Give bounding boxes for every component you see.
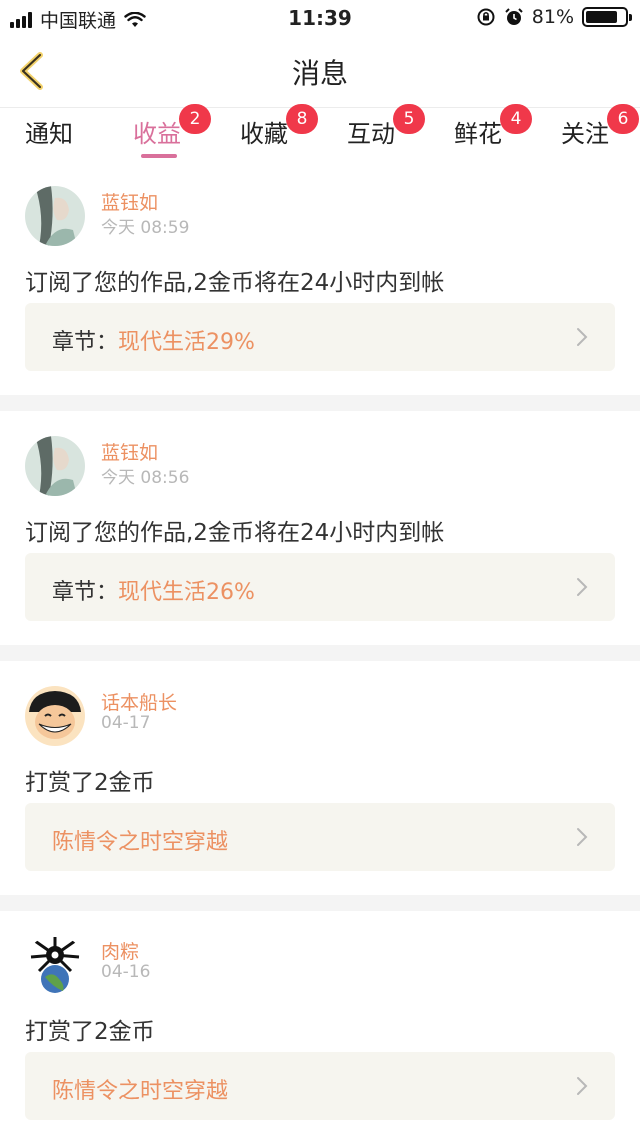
active-tab-indicator: [141, 154, 177, 158]
tab-label: 关注: [561, 120, 609, 148]
message-text: 打赏了2金币: [25, 1019, 155, 1045]
nav-bar: 消息: [0, 36, 640, 108]
tab-label: 收益: [133, 120, 181, 148]
work-card[interactable]: 陈情令之时空穿越: [25, 803, 615, 871]
tab-badge: 2: [179, 104, 211, 134]
divider: [0, 645, 640, 661]
card-label: 章节：: [52, 580, 119, 605]
tab-interactions[interactable]: 互动 5: [347, 104, 425, 158]
message-item: 肉粽 04-16 打赏了2金币 陈情令之时空穿越: [0, 935, 640, 1139]
tab-label: 收藏: [240, 120, 288, 148]
divider: [0, 895, 640, 911]
message-time: 04-16: [101, 962, 151, 982]
status-right: 81%: [476, 6, 632, 28]
tab-bar: 通知 收益 2 收藏 8 互动 5 鲜花 4 关注 6: [0, 104, 640, 160]
card-value: 陈情令之时空穿越: [52, 830, 229, 855]
alarm-icon: [505, 8, 523, 25]
message-item: 话本船长 04-17 打赏了2金币 陈情令之时空穿越: [0, 686, 640, 920]
card-value: 陈情令之时空穿越: [52, 1079, 229, 1104]
page-title: 消息: [291, 57, 348, 90]
card-content: 章节：现代生活29%: [52, 324, 255, 356]
message-item: 蓝钰如 今天 08:59 订阅了您的作品,2金币将在24小时内到帐 章节：现代生…: [0, 186, 640, 420]
tab-flowers[interactable]: 鲜花 4: [454, 104, 532, 158]
tab-follows[interactable]: 关注 6: [561, 104, 639, 158]
battery-icon: [582, 7, 632, 27]
avatar[interactable]: [25, 186, 85, 246]
tab-badge: 8: [286, 104, 318, 134]
chapter-card[interactable]: 章节：现代生活26%: [25, 553, 615, 621]
chevron-right-icon: [577, 328, 588, 346]
chapter-card[interactable]: 章节：现代生活29%: [25, 303, 615, 371]
tab-badge: 4: [500, 104, 532, 134]
divider: [0, 395, 640, 411]
message-item: 蓝钰如 今天 08:56 订阅了您的作品,2金币将在24小时内到帐 章节：现代生…: [0, 436, 640, 670]
work-card[interactable]: 陈情令之时空穿越: [25, 1052, 615, 1120]
avatar[interactable]: [25, 436, 85, 496]
username[interactable]: 蓝钰如: [101, 188, 158, 215]
chevron-right-icon: [577, 828, 588, 846]
message-text: 订阅了您的作品,2金币将在24小时内到帐: [25, 270, 445, 296]
card-content: 陈情令之时空穿越: [52, 1073, 228, 1105]
chevron-right-icon: [577, 1077, 588, 1095]
tab-favorites[interactable]: 收藏 8: [240, 104, 318, 158]
message-text: 打赏了2金币: [25, 770, 155, 796]
avatar[interactable]: [25, 935, 85, 995]
card-content: 陈情令之时空穿越: [52, 824, 228, 856]
chevron-right-icon: [577, 578, 588, 596]
tab-badge: 5: [393, 104, 425, 134]
username[interactable]: 话本船长: [101, 688, 177, 715]
tab-label: 互动: [347, 120, 395, 148]
orientation-lock-icon: [477, 8, 495, 26]
card-value: 现代生活26%: [118, 580, 255, 605]
status-bar: 中国联通 11:39 81%: [0, 0, 640, 36]
card-label: 章节：: [52, 330, 119, 355]
tab-earnings[interactable]: 收益 2: [133, 104, 211, 158]
message-time: 04-17: [101, 713, 151, 733]
avatar[interactable]: [25, 686, 85, 746]
card-content: 章节：现代生活26%: [52, 574, 255, 606]
message-time: 今天 08:56: [101, 468, 190, 488]
card-value: 现代生活29%: [118, 330, 255, 355]
username[interactable]: 肉粽: [101, 937, 139, 964]
tab-notifications[interactable]: 通知: [25, 114, 73, 158]
tab-label: 鲜花: [454, 120, 502, 148]
battery-percent: 81%: [531, 6, 574, 28]
tab-label: 通知: [25, 120, 73, 148]
username[interactable]: 蓝钰如: [101, 438, 158, 465]
message-text: 订阅了您的作品,2金币将在24小时内到帐: [25, 520, 445, 546]
tab-badge: 6: [607, 104, 639, 134]
message-time: 今天 08:59: [101, 218, 190, 238]
